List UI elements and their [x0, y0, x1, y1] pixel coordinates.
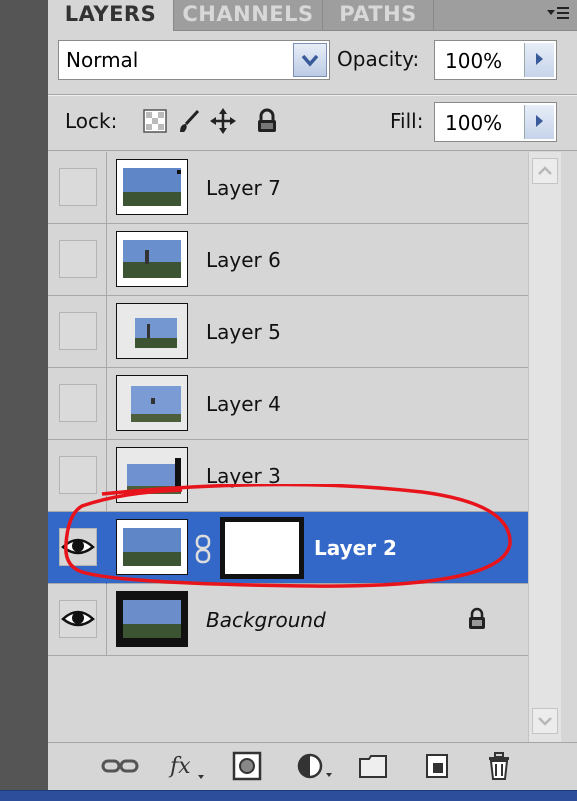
- layers-scrollbar[interactable]: [528, 152, 561, 742]
- visibility-toggle[interactable]: [59, 168, 97, 206]
- visibility-toggle[interactable]: [59, 312, 97, 350]
- layer-row-layer-7[interactable]: Layer 7: [48, 152, 528, 224]
- lock-all-icon[interactable]: [254, 108, 280, 134]
- lock-icon: [469, 607, 485, 629]
- opacity-slider-button[interactable]: [524, 43, 554, 77]
- blend-mode-value: Normal: [66, 48, 139, 72]
- link-layers-icon[interactable]: [100, 751, 140, 781]
- opacity-field[interactable]: 100%: [434, 40, 557, 80]
- lock-move-icon[interactable]: [210, 108, 236, 134]
- row-divider: [106, 368, 107, 440]
- blend-mode-select[interactable]: Normal: [58, 40, 330, 80]
- visibility-toggle[interactable]: [59, 600, 97, 638]
- opacity-label: Opacity:: [337, 47, 420, 71]
- layer-row-layer-4[interactable]: Layer 4: [48, 368, 528, 440]
- visibility-toggle[interactable]: [59, 384, 97, 422]
- layer-row-layer-6[interactable]: Layer 6: [48, 224, 528, 296]
- row-divider: [106, 152, 107, 224]
- layer-thumbnail: [116, 591, 188, 647]
- tab-layers[interactable]: LAYERS: [48, 0, 174, 31]
- visibility-toggle[interactable]: [59, 240, 97, 278]
- blend-mode-dropdown-button[interactable]: [293, 43, 327, 77]
- layer-name[interactable]: Layer 4: [206, 392, 281, 416]
- red-annotation-circle: [64, 484, 512, 588]
- layer-thumbnail: [116, 303, 188, 359]
- layer-row-layer-5[interactable]: Layer 5: [48, 296, 528, 368]
- layers-panel: LAYERS CHANNELS PATHS Normal Opacity: 10…: [48, 0, 577, 791]
- fill-field[interactable]: 100%: [434, 102, 557, 142]
- divider: [48, 150, 577, 151]
- panel-menu-icon[interactable]: [545, 4, 571, 24]
- layer-thumbnail: [116, 231, 188, 287]
- chevron-down-icon: [301, 54, 319, 67]
- new-group-icon[interactable]: [358, 751, 388, 781]
- fill-slider-button[interactable]: [524, 105, 554, 139]
- lock-label: Lock:: [65, 109, 118, 133]
- chevron-up-icon: [538, 166, 552, 175]
- layer-name[interactable]: Layer 7: [206, 176, 281, 200]
- trash-icon[interactable]: [484, 751, 514, 781]
- svg-text:fx: fx: [168, 754, 191, 779]
- row-divider: [106, 584, 107, 656]
- chevron-right-icon: [536, 115, 543, 127]
- layer-name[interactable]: Background: [206, 608, 326, 632]
- fill-label: Fill:: [390, 109, 424, 133]
- layer-thumbnail: [116, 159, 188, 215]
- fx-icon[interactable]: fx: [168, 751, 208, 781]
- layer-name[interactable]: Layer 6: [206, 248, 281, 272]
- layer-name[interactable]: Layer 5: [206, 320, 281, 344]
- layer-thumbnail: [116, 375, 188, 431]
- scroll-up-button[interactable]: [532, 158, 558, 184]
- fill-value[interactable]: 100%: [445, 111, 502, 135]
- bottom-blue-strip: [0, 790, 577, 801]
- add-mask-icon[interactable]: [232, 751, 262, 781]
- row-divider: [106, 224, 107, 296]
- new-layer-icon[interactable]: [422, 751, 452, 781]
- adjustment-layer-icon[interactable]: [296, 751, 336, 781]
- scroll-down-button[interactable]: [532, 708, 558, 734]
- layer-row-background[interactable]: Background: [48, 584, 528, 656]
- opacity-value[interactable]: 100%: [445, 49, 502, 73]
- tab-channels[interactable]: CHANNELS: [174, 0, 323, 30]
- lock-paint-icon[interactable]: [176, 108, 202, 134]
- left-toolbar-edge: [0, 0, 49, 800]
- layers-footer-toolbar: fx: [48, 742, 577, 791]
- divider: [48, 95, 577, 96]
- chevron-right-icon: [536, 53, 543, 65]
- lock-transparent-icon[interactable]: [142, 108, 168, 134]
- chevron-down-icon: [538, 717, 552, 726]
- eye-icon: [61, 610, 95, 627]
- tab-paths[interactable]: PATHS: [323, 0, 434, 30]
- row-divider: [106, 296, 107, 368]
- panel-tab-bar: LAYERS CHANNELS PATHS: [48, 0, 577, 31]
- layers-list: Layer 7 Layer 6 Layer 5 Layer 4 Layer 3 …: [48, 152, 528, 742]
